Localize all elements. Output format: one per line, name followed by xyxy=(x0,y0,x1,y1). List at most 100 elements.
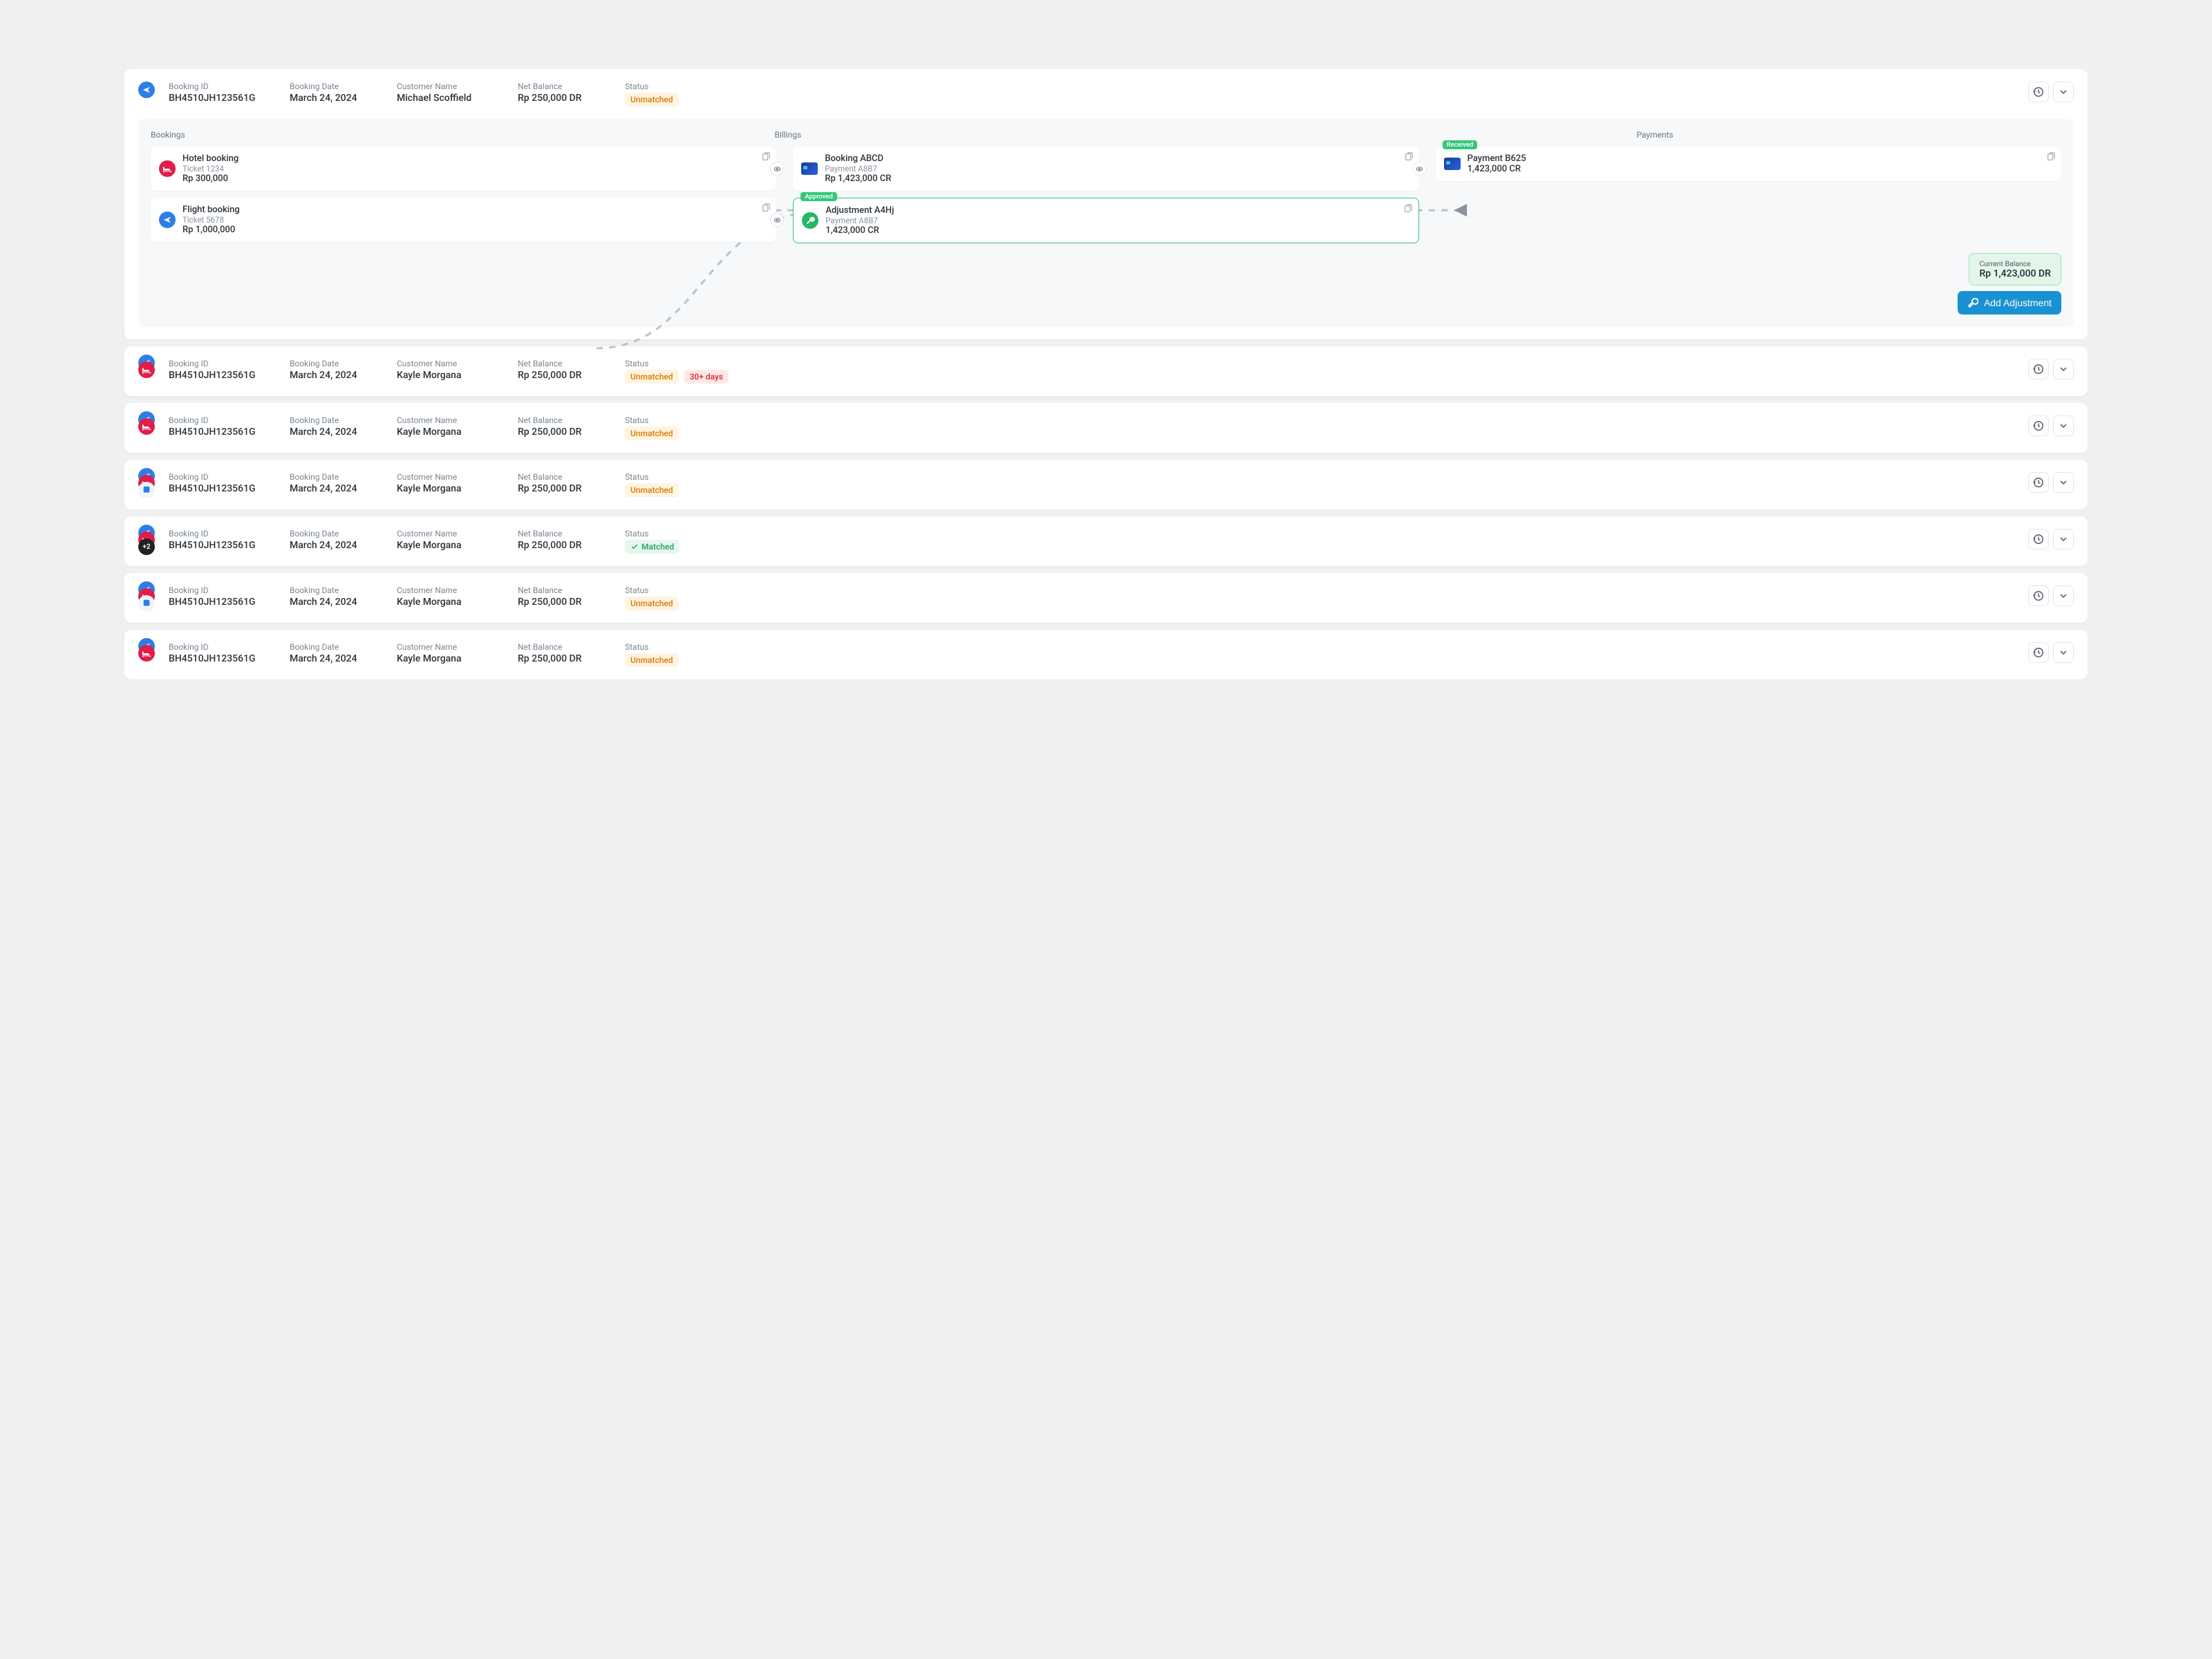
status-col: Status Matched xyxy=(625,529,732,554)
wf-col-payments: Received Payment B625 1,423,000 CR xyxy=(1436,147,2061,181)
meta-value: March 24, 2024 xyxy=(290,370,383,381)
meta-value: Rp 250,000 DR xyxy=(518,427,611,438)
reveal-button[interactable] xyxy=(1413,162,1427,176)
wf-tile[interactable]: Flight booking Ticket 5678 Rp 1,000,000 xyxy=(151,198,776,242)
meta-value: BH4510JH123561G xyxy=(169,427,276,438)
history-button[interactable] xyxy=(2028,359,2049,379)
meta-label: Net Balance xyxy=(518,529,611,538)
wf-tile-sub: Payment A8B7 xyxy=(825,216,1409,225)
meta-col: Net Balance Rp 250,000 DR xyxy=(518,472,611,494)
meta-value: Kayle Morgana xyxy=(397,427,504,438)
status-badge-unmatched: Unmatched xyxy=(625,653,679,667)
train-icon xyxy=(138,482,155,498)
balance-value: Rp 1,423,000 DR xyxy=(1979,268,2051,279)
booking-header: Booking ID BH4510JH123561G Booking Date … xyxy=(138,359,2074,384)
wf-tile-sub: Payment A8B7 xyxy=(825,164,1410,174)
expand-button[interactable] xyxy=(2053,359,2074,379)
meta-col: Net Balance Rp 250,000 DR xyxy=(518,642,611,664)
meta-value: March 24, 2024 xyxy=(290,597,383,608)
meta-col: Booking Date March 24, 2024 xyxy=(290,82,383,104)
meta-label: Customer Name xyxy=(397,82,504,91)
status-badge-unmatched: Unmatched xyxy=(625,370,679,384)
status-badges: Unmatched xyxy=(625,427,732,440)
copy-button[interactable] xyxy=(761,203,771,213)
balance-label: Current Balance xyxy=(1979,259,2051,268)
wf-header-payments: Payments xyxy=(1000,130,2061,140)
meta-col: Booking ID BH4510JH123561G xyxy=(169,359,276,381)
meta-label: Net Balance xyxy=(518,415,611,425)
meta-col: Booking Date March 24, 2024 xyxy=(290,585,383,608)
wf-tile-title: Hotel booking xyxy=(182,153,768,164)
wf-tile-texts: Payment B625 1,423,000 CR xyxy=(1468,153,2053,174)
hotel-icon xyxy=(159,160,176,177)
meta-label: Booking Date xyxy=(290,82,383,91)
meta-label: Net Balance xyxy=(518,472,611,482)
status-col: Status Unmatched xyxy=(625,82,732,106)
status-label: Status xyxy=(625,585,732,595)
history-button[interactable] xyxy=(2028,529,2049,550)
meta-label: Booking ID xyxy=(169,415,276,425)
workflow-panel: Bookings Billings Payments Hotel booking… xyxy=(138,119,2074,327)
status-col: Status Unmatched xyxy=(625,642,732,667)
wf-tile-value: 1,423,000 CR xyxy=(1468,164,2053,174)
expand-button[interactable] xyxy=(2053,415,2074,436)
meta-value: Rp 250,000 DR xyxy=(518,597,611,608)
meta-col: Booking Date March 24, 2024 xyxy=(290,359,383,381)
history-button[interactable] xyxy=(2028,82,2049,102)
row-actions xyxy=(2028,359,2074,379)
copy-button[interactable] xyxy=(1404,152,1414,162)
meta-label: Customer Name xyxy=(397,472,504,482)
flight-icon xyxy=(159,212,176,228)
balance-box: Current Balance Rp 1,423,000 DR xyxy=(1969,253,2061,285)
meta-value: Kayle Morgana xyxy=(397,370,504,381)
wf-tile[interactable]: Booking ABCD Payment A8B7 Rp 1,423,000 C… xyxy=(793,147,1418,191)
status-label: Status xyxy=(625,415,732,425)
booking-row: +2 Booking ID BH4510JH123561G Booking Da… xyxy=(124,516,2088,566)
add-adjustment-button[interactable]: Add Adjustment xyxy=(1958,291,2061,315)
meta-label: Booking ID xyxy=(169,82,276,91)
history-button[interactable] xyxy=(2028,585,2049,606)
expand-button[interactable] xyxy=(2053,585,2074,606)
booking-header: Booking ID BH4510JH123561G Booking Date … xyxy=(138,585,2074,610)
wf-tile-value: Rp 1,423,000 CR xyxy=(825,174,1410,184)
status-badges: Unmatched xyxy=(625,483,732,497)
booking-row: Booking ID BH4510JH123561G Booking Date … xyxy=(124,460,2088,509)
expand-button[interactable] xyxy=(2053,472,2074,493)
wf-tile[interactable]: Received Payment B625 1,423,000 CR xyxy=(1436,147,2061,181)
booking-header: Booking ID BH4510JH123561G Booking Date … xyxy=(138,82,2074,106)
wf-tile-sub: Ticket 5678 xyxy=(182,215,768,225)
status-label: Status xyxy=(625,472,732,482)
meta-label: Booking ID xyxy=(169,529,276,538)
history-button[interactable] xyxy=(2028,472,2049,493)
copy-button[interactable] xyxy=(761,152,771,162)
meta-col: Customer Name Kayle Morgana xyxy=(397,472,504,494)
meta-label: Customer Name xyxy=(397,585,504,595)
meta-col: Net Balance Rp 250,000 DR xyxy=(518,415,611,438)
card-chip-icon xyxy=(1444,158,1461,170)
status-label: Status xyxy=(625,642,732,652)
row-actions xyxy=(2028,472,2074,493)
expand-button[interactable] xyxy=(2053,529,2074,550)
meta-label: Customer Name xyxy=(397,415,504,425)
status-badges: Unmatched xyxy=(625,93,732,106)
row-actions xyxy=(2028,82,2074,102)
meta-label: Net Balance xyxy=(518,82,611,91)
meta-col: Net Balance Rp 250,000 DR xyxy=(518,585,611,608)
copy-button[interactable] xyxy=(1403,204,1413,214)
meta-label: Booking Date xyxy=(290,642,383,652)
expand-button[interactable] xyxy=(2053,82,2074,102)
wf-tile[interactable]: Approved Adjustment A4Hj Payment A8B7 1,… xyxy=(793,198,1418,243)
meta-label: Booking ID xyxy=(169,472,276,482)
wf-tile[interactable]: Hotel booking Ticket 1234 Rp 300,000 xyxy=(151,147,776,191)
expand-button[interactable] xyxy=(2053,642,2074,663)
copy-button[interactable] xyxy=(2046,152,2056,162)
hotel-icon xyxy=(138,362,155,378)
status-badge-overdue: 30+ days xyxy=(684,370,729,384)
history-button[interactable] xyxy=(2028,415,2049,436)
meta-label: Net Balance xyxy=(518,642,611,652)
booking-header: Booking ID BH4510JH123561G Booking Date … xyxy=(138,642,2074,667)
history-button[interactable] xyxy=(2028,642,2049,663)
reveal-button[interactable] xyxy=(770,213,784,227)
meta-col: Booking ID BH4510JH123561G xyxy=(169,82,276,104)
reveal-button[interactable] xyxy=(770,162,784,176)
